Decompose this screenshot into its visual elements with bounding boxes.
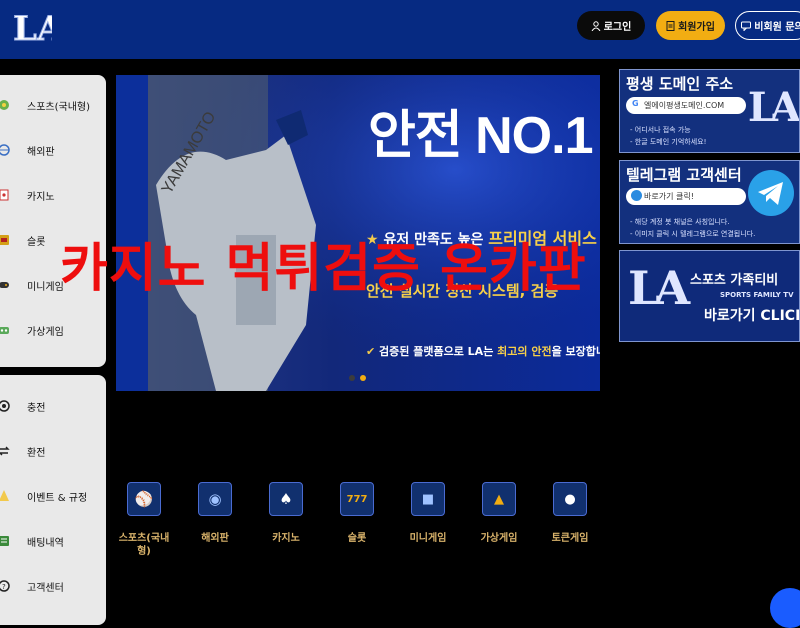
globe-icon [0,144,10,156]
sidebar-item-support[interactable]: ? 고객센터 [0,571,106,601]
ad-telegram-line: - 이미지 클릭 시 텔레그램으로 연결됩니다. [630,230,756,238]
guest-inquiry-label: 비회원 문의 [754,22,800,33]
sidebar-menu-secondary: 충전 환전 이벤트 & 규정 배팅내역 ? 고객센터 [0,375,106,625]
user-icon [591,20,601,31]
sidebar-item-overseas[interactable]: 해외판 [0,135,106,165]
signup-label: 회원가입 [678,22,715,33]
sidebar-item-label: 가상게임 [27,326,64,338]
game-category-slot[interactable]: 777 슬롯 [331,482,383,545]
sidebar-item-deposit[interactable]: 충전 [0,391,106,421]
sidebar-item-label: 카지노 [27,191,55,203]
ad-domain-pill-text: 엘에이평생도메인.COM [644,101,725,110]
ad-domain-search-pill: G 엘에이평생도메인.COM [626,97,746,114]
gamepad-icon [0,282,9,288]
la-logo[interactable]: LA [12,4,53,49]
game-category-minigame[interactable]: ■ 미니게임 [402,482,454,545]
exchange-icon [0,446,10,456]
soccer-ball-icon [0,100,9,110]
game-category-virtual[interactable]: ▲ 가상게임 [473,482,525,545]
banner-line-3-prefix: 검증된 플랫폼으로 LA는 [379,345,494,358]
sidebar-item-label: 스포츠(국내형) [27,101,91,113]
sidebar-item-virtual[interactable]: 가상게임 [0,315,106,345]
sidebar-item-label: 고객센터 [27,582,64,594]
ad-telegram-line: - 해당 계정 봇 채널은 사칭입니다. [630,218,730,226]
top-header: LA 로그인 회원가입 비회원 문의 [0,0,800,59]
game-category-casino[interactable]: ♠ 카지노 [260,482,312,545]
document-icon [666,20,675,31]
game-category-label: 스포츠(국내형) [118,533,170,557]
check-icon: ✔ [366,345,380,358]
game-category-label: 슬롯 [347,533,367,544]
game-category-label: 미니게임 [409,533,447,544]
sports-game-icon: ⚾ [127,482,161,516]
ad-sports-title: 스포츠 가족티비 [690,273,779,288]
game-category-label: 해외판 [201,533,229,544]
ad-sports-cta[interactable]: 바로가기 CLICK [704,305,799,325]
event-icon [0,490,9,501]
ad-sports-family-tv[interactable]: LA 스포츠 가족티비 SPORTS FAMILY TV 바로가기 CLICK [619,250,800,342]
sidebar-item-bet-history[interactable]: 배팅내역 [0,526,106,556]
sidebar-item-label: 환전 [27,447,46,459]
ad-telegram-pill: 바로가기 클릭! [626,188,746,205]
game-category-label: 가상게임 [480,533,518,544]
sidebar-item-label: 미니게임 [27,281,64,293]
virtual-game-icon: ▲ [482,482,516,516]
carousel-dot-2[interactable] [360,375,366,381]
sidebar-item-sports-domestic[interactable]: 스포츠(국내형) [0,90,106,120]
telegram-icon [748,170,794,216]
live-chat-button[interactable] [770,588,800,628]
cards-icon [0,189,9,201]
ad-sports-subtitle: SPORTS FAMILY TV [720,291,794,299]
main-banner-carousel[interactable]: YAMAMOTO 안전 NO.1 ★ 유저 만족도 높은 프리미엄 서비스 안전… [116,75,600,391]
banner-line-3: ✔ 검증된 플랫폼으로 LA는 최고의 안전을 보장합니다 [366,343,600,359]
signup-button[interactable]: 회원가입 [656,11,725,40]
login-label: 로그인 [603,22,632,33]
watermark-overlay-text: 카지노 먹튀검증 온카판 [60,239,587,299]
svg-text:?: ? [2,583,6,591]
slot-game-icon: 777 [340,482,374,516]
game-category-label: 토큰게임 [551,533,589,544]
ad-domain-logo: LA [747,84,799,131]
ad-telegram-title: 텔레그램 고객센터 [626,166,742,184]
carousel-dot-1[interactable] [349,375,355,381]
sidebar-item-casino[interactable]: 카지노 [0,180,106,210]
arrow-circle-icon [631,190,642,201]
casino-game-icon: ♠ [269,482,303,516]
support-icon: ? [0,580,10,592]
chat-bubble-icon [741,21,752,31]
banner-line-3-highlight: 최고의 안전 [497,345,552,358]
sidebar-menu-primary: 스포츠(국내형) 해외판 카지노 슬롯 미니게임 가상게임 [0,75,106,367]
slot-machine-icon [0,235,9,245]
game-category-token[interactable]: ● 토큰게임 [544,482,596,545]
game-category-overseas[interactable]: ◉ 해외판 [189,482,241,545]
banner-headline: 안전 NO.1 [368,107,593,165]
ad-domain-address[interactable]: 평생 도메인 주소 G 엘에이평생도메인.COM - 어디서나 접속 가능 - … [619,69,800,153]
sidebar-item-events-rules[interactable]: 이벤트 & 규정 [0,481,106,511]
sidebar-item-label: 슬롯 [27,236,46,248]
overseas-game-icon: ◉ [198,482,232,516]
sidebar-item-label: 충전 [27,402,46,414]
game-category-sports[interactable]: ⚾ 스포츠(국내형) [118,482,170,558]
ad-domain-line: - 한글 도메인 기억하세요! [630,138,707,146]
ad-sports-logo: LA [628,261,690,315]
vr-icon [0,327,9,334]
mini-game-icon: ■ [411,482,445,516]
svg-text:LA: LA [13,9,52,48]
sidebar-item-label: 해외판 [27,146,55,158]
banner-line-3-suffix: 을 보장합니다 [551,345,600,358]
token-game-icon: ● [553,482,587,516]
sidebar-item-label: 배팅내역 [27,537,64,549]
game-category-label: 카지노 [272,533,300,544]
deposit-icon [0,400,10,412]
ad-telegram-pill-text: 바로가기 클릭! [644,192,694,201]
sidebar-item-withdraw[interactable]: 환전 [0,436,106,466]
google-g-icon: G [632,99,639,108]
history-icon [0,536,9,546]
guest-inquiry-button[interactable]: 비회원 문의 [735,11,800,40]
ad-telegram-support[interactable]: 텔레그램 고객센터 바로가기 클릭! - 해당 계정 봇 채널은 사칭입니다. … [619,160,800,244]
sidebar-item-label: 이벤트 & 규정 [27,492,88,504]
ad-domain-title: 평생 도메인 주소 [626,75,734,93]
ad-domain-line: - 어디서나 접속 가능 [630,126,691,134]
login-button[interactable]: 로그인 [577,11,645,40]
